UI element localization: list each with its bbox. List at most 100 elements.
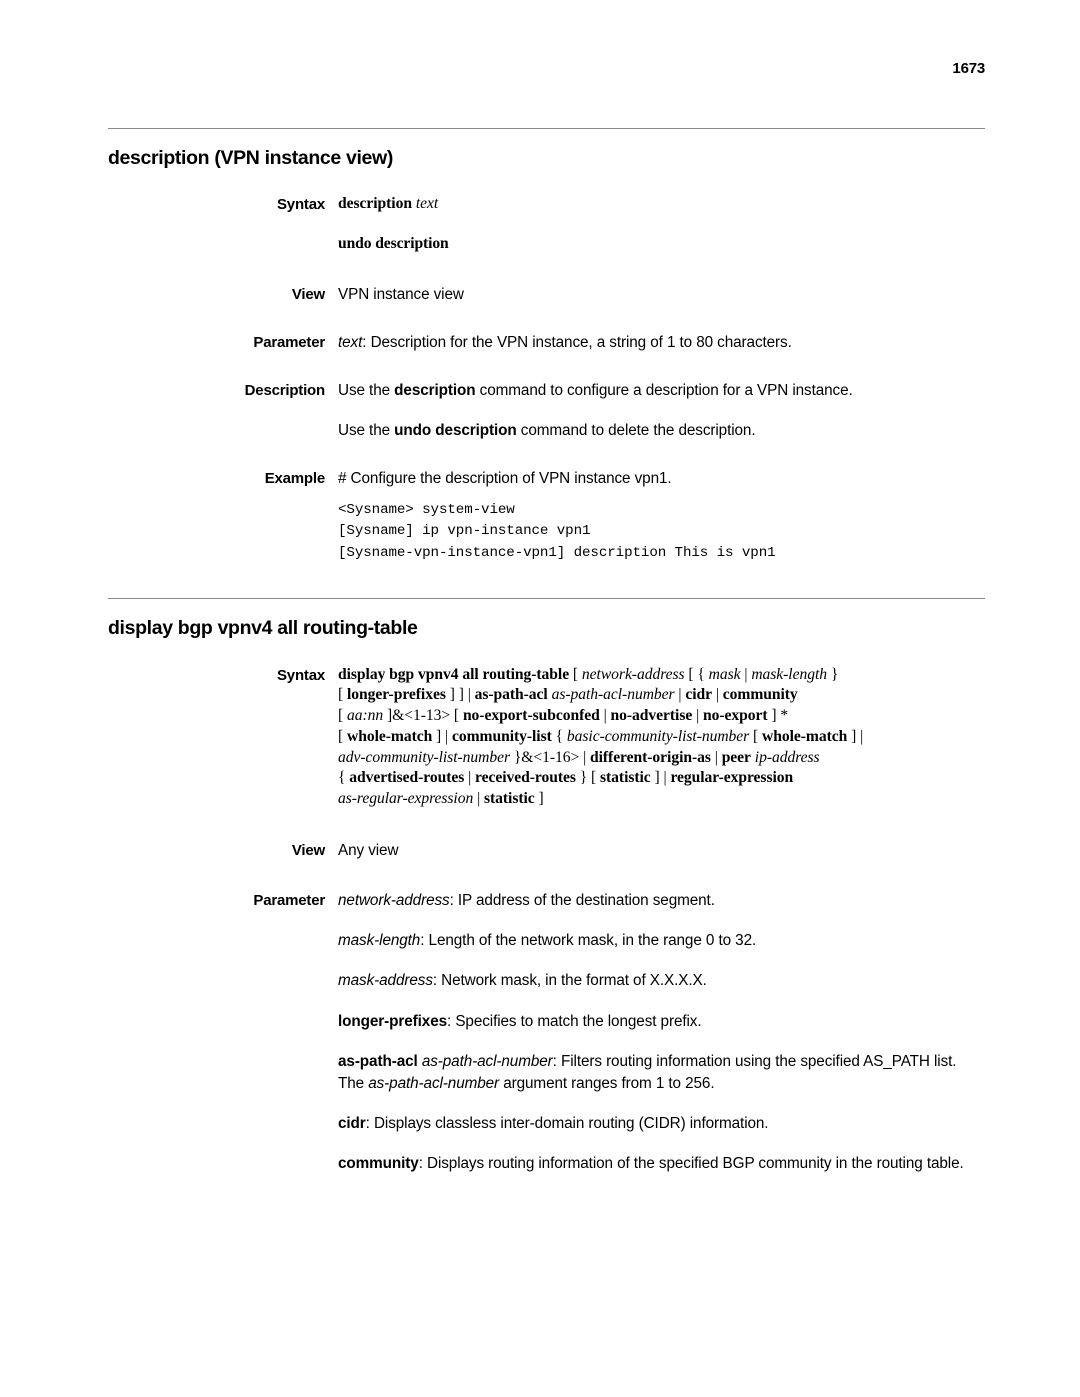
syntax-keyword: no-export-subconfed <box>462 707 600 725</box>
syntax-argument: adv-community-list-number <box>338 748 510 766</box>
syntax-argument: as-regular-expression <box>338 790 474 808</box>
desc-2-pre: Use the <box>338 422 395 440</box>
parameter-name: network-address <box>338 892 450 910</box>
syntax-argument: mask-length <box>751 665 827 683</box>
row-label-parameter: Parameter <box>253 333 325 351</box>
syntax-punctuation: ] | <box>847 727 864 745</box>
row-body-syntax: description text undo description <box>338 194 985 255</box>
syntax-punctuation: | <box>711 686 723 704</box>
syntax-keyword: as-path-acl <box>474 686 548 704</box>
command-section-description: description (VPN instance view) Syntax d… <box>108 128 985 564</box>
syntax-keyword: cidr <box>685 686 712 704</box>
syntax-punctuation: { <box>338 769 350 787</box>
syntax-line: [ longer-prefixes ] ] | as-path-acl as-p… <box>338 685 985 706</box>
syntax-keyword: statistic <box>484 790 535 808</box>
parameter-entry: longer-prefixes: Specifies to match the … <box>338 1011 985 1033</box>
definition-rows-2: Syntax display bgp vpnv4 all routing-tab… <box>108 665 985 1176</box>
syntax-line: display bgp vpnv4 all routing-table [ ne… <box>338 665 985 686</box>
row-syntax-2: Syntax display bgp vpnv4 all routing-tab… <box>108 665 985 810</box>
desc-2-command: undo description <box>394 422 517 440</box>
syntax-keyword: advertised-routes <box>349 769 465 787</box>
desc-1-pre: Use the <box>338 382 395 400</box>
row-view: View VPN instance view <box>108 284 985 306</box>
parameter-name: text <box>338 333 363 351</box>
syntax-undo-line: undo description <box>338 235 449 253</box>
section-divider <box>108 128 985 129</box>
row-label-syntax-2: Syntax <box>277 666 325 684</box>
syntax-punctuation: } <box>826 665 839 683</box>
syntax-punctuation: }&<1-16> | <box>509 748 590 766</box>
row-syntax: Syntax description text undo description <box>108 194 985 255</box>
syntax-argument: text <box>415 195 439 213</box>
syntax-punctuation: ] | <box>432 727 452 745</box>
syntax-punctuation: | <box>599 707 611 725</box>
parameter-text: : Specifies to match the longest prefix. <box>447 1012 702 1030</box>
syntax-keyword: statistic <box>600 769 651 787</box>
syntax-argument: as-path-acl-number <box>551 686 675 704</box>
parameter-name: as-path-acl-number <box>368 1074 500 1092</box>
parameter-entry: mask-address: Network mask, in the forma… <box>338 970 985 992</box>
syntax-punctuation: ] * <box>767 707 789 725</box>
definition-rows: Syntax description text undo description… <box>108 194 985 564</box>
syntax-keyword: display bgp vpnv4 all routing-table <box>338 665 570 683</box>
description-paragraph-2: Use the undo description command to dele… <box>338 420 985 442</box>
parameter-entry: mask-length: Length of the network mask,… <box>338 930 985 952</box>
syntax-argument: mask <box>708 665 741 683</box>
parameter-text: : Displays routing information of the sp… <box>418 1155 964 1173</box>
syntax-line: { advertised-routes | received-routes } … <box>338 768 985 789</box>
parameter-name: mask-address <box>338 972 433 990</box>
example-comment: # Configure the description of VPN insta… <box>338 470 672 488</box>
syntax-argument: aa:nn <box>347 707 384 725</box>
parameter-text: : Length of the network mask, in the ran… <box>420 932 757 950</box>
syntax-punctuation: | <box>473 790 484 808</box>
syntax-punctuation: [ <box>338 686 347 704</box>
syntax-punctuation: | <box>710 748 722 766</box>
syntax-line: description text <box>338 194 985 215</box>
syntax-punctuation: } [ <box>575 769 601 787</box>
syntax-synopsis: display bgp vpnv4 all routing-table [ ne… <box>338 665 985 810</box>
parameter-text: argument ranges from 1 to 256. <box>499 1074 715 1092</box>
syntax-punctuation: [ <box>569 665 582 683</box>
page-number: 1673 <box>952 60 985 77</box>
syntax-punctuation: | <box>740 665 752 683</box>
syntax-keyword: community <box>722 686 798 704</box>
desc-1-post: command to configure a description for a… <box>475 382 853 400</box>
parameter-text: : Displays classless inter-domain routin… <box>365 1115 769 1133</box>
syntax-keyword: whole-match <box>762 727 848 745</box>
row-description: Description Use the description command … <box>108 380 985 442</box>
syntax-punctuation: [ { <box>684 665 709 683</box>
row-parameter: Parameter text: Description for the VPN … <box>108 332 985 354</box>
row-body-syntax-2: display bgp vpnv4 all routing-table [ ne… <box>338 665 985 810</box>
syntax-keyword: longer-prefixes <box>347 686 446 704</box>
row-view-2: View Any view <box>108 840 985 862</box>
syntax-punctuation: | <box>692 707 703 725</box>
section-divider-2 <box>108 598 985 600</box>
parameter-text: : Network mask, in the format of X.X.X.X… <box>432 972 707 990</box>
parameter-entry: network-address: IP address of the desti… <box>338 890 985 912</box>
desc-1-command: description <box>394 382 476 400</box>
syntax-punctuation: | <box>464 769 476 787</box>
example-code-block: <Sysname> system-view [Sysname] ip vpn-i… <box>338 501 776 561</box>
syntax-line: [ whole-match ] | community-list { basic… <box>338 727 985 748</box>
syntax-argument: ip-address <box>754 748 820 766</box>
row-body-example: # Configure the description of VPN insta… <box>338 468 985 564</box>
row-body-view: VPN instance view <box>338 285 464 303</box>
command-section-display-bgp: display bgp vpnv4 all routing-table Synt… <box>108 598 985 1175</box>
parameter-entry: cidr: Displays classless inter-domain ro… <box>338 1113 985 1135</box>
row-label-parameter-2: Parameter <box>253 892 325 910</box>
syntax-keyword: peer <box>721 748 751 766</box>
parameter-entry: community: Displays routing information … <box>338 1153 985 1175</box>
parameter-name: mask-length <box>338 932 421 950</box>
syntax-punctuation: ] | <box>650 769 671 787</box>
row-parameter-2: Parameter network-address: IP address of… <box>108 890 985 1175</box>
desc-2-post: command to delete the description. <box>516 422 756 440</box>
syntax-argument: network-address <box>581 665 685 683</box>
row-example: Example # Configure the description of V… <box>108 468 985 564</box>
manual-page: 1673 description (VPN instance view) Syn… <box>0 0 1080 1397</box>
parameter-list: network-address: IP address of the desti… <box>338 890 985 1175</box>
command-heading-2: display bgp vpnv4 all routing-table <box>108 617 418 640</box>
syntax-keyword: no-export <box>703 707 768 725</box>
parameter-text: : IP address of the destination segment. <box>449 892 715 910</box>
syntax-punctuation: ] <box>534 790 544 808</box>
